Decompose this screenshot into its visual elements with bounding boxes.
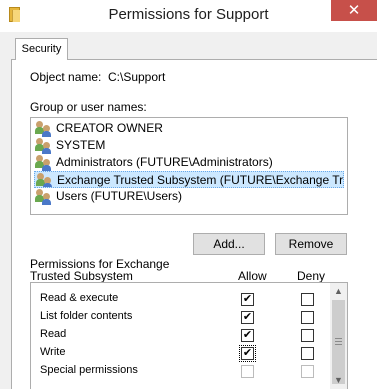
allow-checkbox[interactable]: ✔ <box>239 345 256 362</box>
allow-checkbox[interactable]: ✔ <box>241 293 254 306</box>
group-label: Group or user names: <box>30 100 147 114</box>
permission-row-partial <box>31 272 327 290</box>
user-list-item[interactable]: Administrators (FUTURE\Administrators) <box>34 154 344 171</box>
user-name: SYSTEM <box>56 138 106 152</box>
users-icon <box>35 189 53 205</box>
users-icon <box>36 173 54 187</box>
permission-row: List folder contents ✔ <box>31 308 327 326</box>
permission-row: Special permissions <box>31 362 327 380</box>
permission-name: Read <box>40 328 67 340</box>
user-list-item[interactable]: CREATOR OWNER <box>34 120 344 137</box>
remove-button[interactable]: Remove <box>275 233 347 255</box>
user-name: Administrators (FUTURE\Administrators) <box>56 155 273 169</box>
user-name: Users (FUTURE\Users) <box>56 189 182 203</box>
title-bar: Permissions for Support ✕ <box>0 0 377 32</box>
user-name: Exchange Trusted Subsystem (FUTURE\Excha… <box>57 173 344 187</box>
users-icon <box>35 155 53 171</box>
allow-checkbox[interactable] <box>241 365 254 378</box>
user-name: CREATOR OWNER <box>56 121 163 135</box>
user-list-item[interactable]: SYSTEM <box>34 137 344 154</box>
permission-row: Write ✔ <box>31 344 327 362</box>
user-list-item[interactable]: Users (FUTURE\Users) <box>34 188 344 205</box>
permission-row: Read ✔ <box>31 326 327 344</box>
object-name-value: C:\Support <box>108 70 166 84</box>
permission-name: Write <box>40 346 66 358</box>
scroll-down-icon[interactable]: ▼ <box>330 372 347 389</box>
grip-icon <box>335 338 342 345</box>
close-button[interactable]: ✕ <box>331 0 377 21</box>
window-title: Permissions for Support <box>108 6 269 23</box>
tab-security[interactable]: Security <box>15 38 68 60</box>
users-icon <box>35 121 53 137</box>
scroll-up-icon[interactable]: ▲ <box>330 283 347 300</box>
permission-name: Read & execute <box>40 292 119 304</box>
users-icon <box>35 138 53 154</box>
user-list-item[interactable]: Exchange Trusted Subsystem (FUTURE\Excha… <box>34 171 344 188</box>
deny-checkbox[interactable] <box>301 293 314 306</box>
deny-checkbox[interactable] <box>301 311 314 324</box>
deny-checkbox[interactable] <box>301 329 314 342</box>
permissions-scrollbar[interactable]: ▲ ▼ <box>330 283 347 389</box>
object-name-label: Object name: <box>30 70 102 84</box>
users-list[interactable]: CREATOR OWNER SYSTEM Administrators (FUTUR… <box>30 117 348 215</box>
permission-name: Special permissions <box>40 364 138 376</box>
add-button[interactable]: Add... <box>193 233 265 255</box>
allow-checkbox[interactable]: ✔ <box>241 329 254 342</box>
allow-checkbox[interactable]: ✔ <box>241 311 254 324</box>
permission-row: Read & execute ✔ <box>31 290 327 308</box>
permissions-list[interactable]: Read & execute ✔ List folder contents ✔ Read… <box>30 282 348 389</box>
permission-name: List folder contents <box>40 310 133 322</box>
deny-checkbox[interactable] <box>301 347 314 360</box>
deny-checkbox[interactable] <box>301 365 314 378</box>
